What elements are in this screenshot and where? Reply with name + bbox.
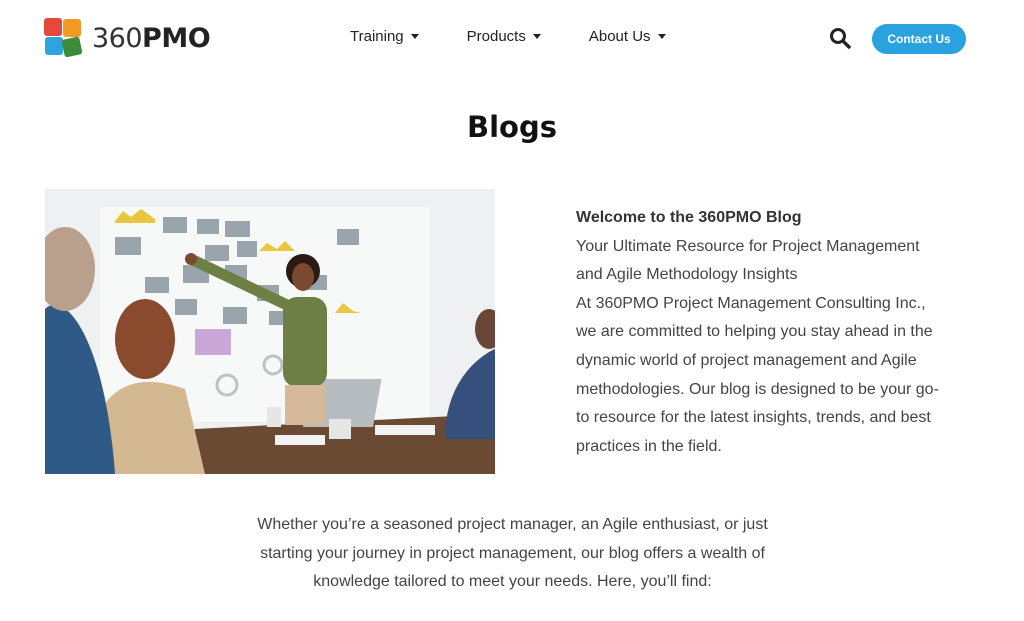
brand-name: 360PMO — [92, 22, 211, 54]
nav-item-label: Products — [466, 28, 526, 45]
caret-down-icon — [532, 34, 541, 39]
puzzle-logo-icon — [44, 18, 84, 58]
blog-description: Whether you’re a seasoned project manage… — [257, 516, 768, 591]
intro-heading: Welcome to the 360PMO Blog — [576, 209, 802, 226]
hero-image — [45, 189, 495, 474]
nav-item-label: Training — [350, 28, 404, 45]
intro-subtitle: Your Ultimate Resource for Project Manag… — [576, 237, 920, 284]
contact-us-button[interactable]: Contact Us — [872, 24, 966, 54]
nav-item-products[interactable]: Products — [467, 28, 541, 45]
main-nav: Training Products About Us — [350, 28, 666, 45]
nav-item-label: About Us — [588, 28, 651, 45]
blog-intro: Welcome to the 360PMO Blog Your Ultimate… — [576, 204, 946, 461]
brand-logo[interactable]: 360PMO — [44, 17, 211, 59]
nav-item-training[interactable]: Training — [350, 28, 419, 45]
caret-down-icon — [657, 34, 666, 39]
nav-item-about-us[interactable]: About Us — [589, 28, 666, 45]
intro-body: At 360PMO Project Management Consulting … — [576, 294, 939, 455]
page-title: Blogs — [467, 110, 557, 144]
search-icon — [830, 28, 851, 49]
search-button[interactable] — [829, 27, 851, 49]
caret-down-icon — [410, 34, 419, 39]
site-header: 360PMO Training Products About Us Contac… — [0, 0, 1024, 78]
